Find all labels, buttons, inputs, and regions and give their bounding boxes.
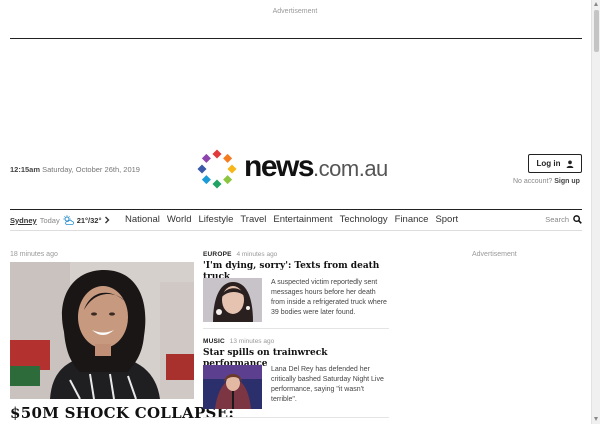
logo-dot: [212, 149, 222, 159]
logo-dot: [223, 175, 233, 185]
nav-item-technology[interactable]: Technology: [340, 214, 388, 225]
advertisement-divider: [10, 38, 582, 39]
logo-dot: [201, 175, 211, 185]
story-photo-woman: [203, 278, 262, 322]
logo-wordmark-suffix: .com.au: [313, 156, 388, 181]
nav-links: National World Lifestyle Travel Entertai…: [125, 214, 458, 225]
story-description: A suspected victim reportedly sent messa…: [271, 279, 387, 317]
current-datetime: 12:15am Saturday, October 26th, 2019: [10, 165, 140, 174]
signup-prompt: No account? Sign up: [513, 178, 580, 185]
story-description: Lana Del Rey has defended her critically…: [271, 366, 384, 404]
hero-photo-portrait: [10, 262, 194, 399]
scroll-down-arrow-icon[interactable]: [594, 417, 598, 421]
story-category[interactable]: Europe: [203, 251, 232, 258]
story-category[interactable]: Music: [203, 338, 225, 345]
story-card[interactable]: Music 13 minutes ago Star spills on trai…: [203, 338, 389, 409]
current-time: 12:15am: [10, 165, 41, 174]
story-divider: [203, 328, 389, 329]
search-button[interactable]: Search: [545, 215, 582, 224]
scroll-thumb[interactable]: [594, 10, 599, 52]
weather-day: Today: [39, 215, 60, 225]
login-button[interactable]: Log in: [528, 154, 582, 173]
logo-wordmark: news.com.au: [244, 150, 388, 184]
nav-item-travel[interactable]: Travel: [240, 214, 266, 225]
nav-item-national[interactable]: National: [125, 214, 160, 225]
current-date: Saturday, October 26th, 2019: [42, 165, 140, 174]
weather-temperature: 21°/32°: [76, 215, 102, 225]
hero-timestamp: 18 minutes ago: [10, 251, 58, 258]
story-meta: Europe 4 minutes ago: [203, 251, 389, 258]
partly-cloudy-icon: [63, 215, 74, 225]
advertisement-label-side: Advertisement: [472, 251, 517, 258]
search-icon: [573, 215, 582, 224]
story-timestamp: 13 minutes ago: [229, 338, 275, 345]
logo-dot: [201, 153, 211, 163]
logo-dot: [223, 153, 233, 163]
weather-city[interactable]: Sydney: [10, 216, 37, 225]
main-navigation: Sydney Today 21°/32° National World Life…: [10, 209, 582, 231]
story-meta: Music 13 minutes ago: [203, 338, 389, 345]
no-account-text: No account?: [513, 178, 553, 185]
hero-image[interactable]: [10, 262, 194, 399]
nav-item-lifestyle[interactable]: Lifestyle: [199, 214, 234, 225]
nav-item-sport[interactable]: Sport: [435, 214, 458, 225]
logo-dot: [197, 164, 207, 174]
story-divider: [203, 417, 389, 418]
hero-headline[interactable]: $50M SHOCK COLLAPSE:: [10, 404, 234, 422]
logo-dots-icon: [197, 149, 237, 189]
user-icon: [566, 160, 573, 168]
scroll-up-arrow-icon[interactable]: [594, 2, 598, 6]
weather-widget[interactable]: Sydney Today 21°/32°: [10, 215, 110, 225]
logo-dot: [212, 179, 222, 189]
story-photo-performer: [203, 365, 262, 409]
scrollbar[interactable]: [591, 0, 600, 424]
search-label: Search: [545, 215, 569, 224]
story-timestamp: 4 minutes ago: [236, 251, 278, 258]
nav-item-entertainment[interactable]: Entertainment: [273, 214, 332, 225]
chevron-right-icon[interactable]: [104, 216, 110, 224]
advertisement-label-top: Advertisement: [272, 8, 318, 15]
logo-wordmark-main: news: [244, 150, 315, 183]
nav-item-finance[interactable]: Finance: [395, 214, 429, 225]
logo-dot: [227, 164, 237, 174]
news-logo[interactable]: news.com.au: [196, 148, 401, 190]
login-button-label: Log in: [536, 159, 561, 168]
story-thumbnail[interactable]: [203, 278, 262, 322]
story-thumbnail[interactable]: [203, 365, 262, 409]
story-card[interactable]: Europe 4 minutes ago 'I'm dying, sorry':…: [203, 251, 389, 322]
nav-item-world[interactable]: World: [167, 214, 192, 225]
signup-link[interactable]: Sign up: [554, 178, 580, 185]
